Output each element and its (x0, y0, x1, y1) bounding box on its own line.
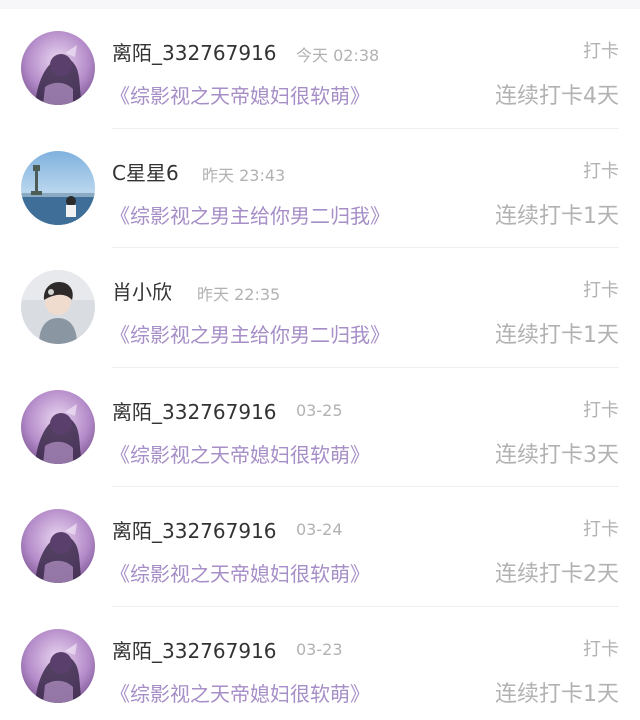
streak-count: 连续打卡4天 (495, 84, 619, 109)
checkin-tag: 打卡 (583, 41, 619, 62)
timestamp: 昨天 23:43 (202, 165, 286, 185)
streak-count: 连续打卡1天 (495, 681, 619, 707)
username[interactable]: 肖小欣 (112, 276, 172, 305)
book-title-link[interactable]: 《综影视之天帝媳妇很软萌》 (110, 80, 370, 109)
avatar[interactable] (21, 509, 95, 583)
top-strip (0, 0, 640, 9)
purple-girl-avatar-icon (21, 509, 95, 583)
avatar[interactable] (21, 270, 95, 344)
checkin-item[interactable]: C星星6 昨天 23:43 《综影视之男主给你男二归我》 打卡 连续打卡1天 (0, 129, 640, 248)
purple-girl-avatar-icon (21, 389, 95, 464)
purple-girl-avatar-icon (21, 628, 95, 703)
timestamp: 昨天 22:35 (197, 285, 281, 304)
timestamp: 03-25 (296, 400, 343, 420)
username[interactable]: 离陌_332767916 (112, 515, 277, 544)
username[interactable]: 离陌_332767916 (112, 37, 277, 66)
avatar[interactable] (21, 31, 95, 105)
streak-count: 连续打卡1天 (495, 323, 619, 348)
streak-count: 连续打卡3天 (495, 442, 619, 468)
avatar[interactable] (21, 150, 95, 225)
checkin-tag: 打卡 (583, 280, 619, 301)
book-title-link[interactable]: 《综影视之男主给你男二归我》 (110, 200, 390, 229)
checkin-tag: 打卡 (583, 399, 619, 421)
checkin-feed-page: 离陌_332767916 今天 02:38 《综影视之天帝媳妇很软萌》 打卡 连… (0, 0, 640, 720)
statue-of-liberty-avatar-icon (21, 150, 95, 225)
timestamp: 03-23 (296, 639, 343, 659)
checkin-tag: 打卡 (583, 519, 619, 540)
username[interactable]: 离陌_332767916 (112, 396, 277, 425)
purple-girl-avatar-icon (21, 31, 95, 105)
timestamp: 今天 02:38 (296, 46, 380, 65)
username[interactable]: 离陌_332767916 (112, 635, 277, 664)
checkin-feed-list: 离陌_332767916 今天 02:38 《综影视之天帝媳妇很软萌》 打卡 连… (0, 9, 640, 720)
book-title-link[interactable]: 《综影视之天帝媳妇很软萌》 (110, 558, 370, 587)
avatar[interactable] (21, 628, 95, 703)
checkin-tag: 打卡 (583, 638, 619, 660)
checkin-item[interactable]: 离陌_332767916 03-25 《综影视之天帝媳妇很软萌》 打卡 连续打卡… (0, 368, 640, 487)
checkin-item[interactable]: 离陌_332767916 今天 02:38 《综影视之天帝媳妇很软萌》 打卡 连… (0, 9, 640, 129)
checkin-item[interactable]: 离陌_332767916 03-23 《综影视之天帝媳妇很软萌》 打卡 连续打卡… (0, 607, 640, 720)
book-title-link[interactable]: 《综影视之天帝媳妇很软萌》 (110, 678, 370, 707)
streak-count: 连续打卡1天 (495, 203, 619, 229)
checkin-item[interactable]: 肖小欣 昨天 22:35 《综影视之男主给你男二归我》 打卡 连续打卡1天 (0, 248, 640, 368)
book-title-link[interactable]: 《综影视之天帝媳妇很软萌》 (110, 439, 370, 468)
checkin-tag: 打卡 (583, 160, 619, 182)
username[interactable]: C星星6 (112, 157, 179, 186)
book-title-link[interactable]: 《综影视之男主给你男二归我》 (110, 319, 390, 348)
avatar[interactable] (21, 389, 95, 464)
boy-portrait-avatar-icon (21, 270, 95, 344)
timestamp: 03-24 (296, 520, 343, 539)
streak-count: 连续打卡2天 (495, 562, 619, 587)
checkin-item[interactable]: 离陌_332767916 03-24 《综影视之天帝媳妇很软萌》 打卡 连续打卡… (0, 487, 640, 607)
